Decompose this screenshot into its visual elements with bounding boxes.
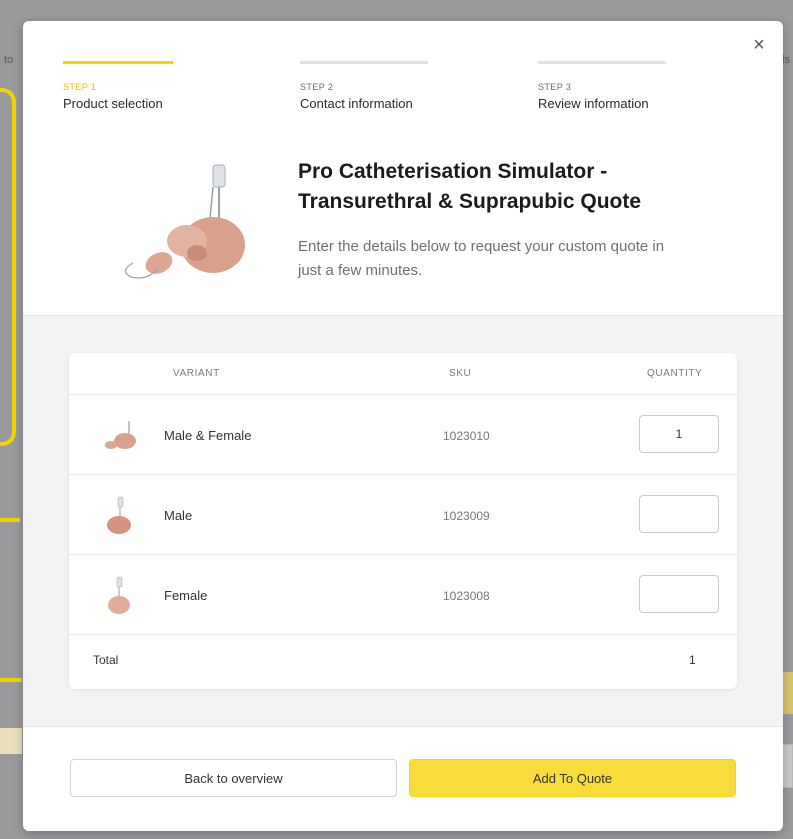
background-yellow-line bbox=[0, 518, 20, 522]
variant-name: Male & Female bbox=[164, 428, 252, 443]
variant-sku: 1023009 bbox=[443, 509, 490, 523]
step-number: STEP 1 bbox=[63, 82, 97, 92]
step-label: Review information bbox=[538, 96, 649, 111]
total-label: Total bbox=[93, 653, 119, 667]
back-to-overview-button[interactable]: Back to overview bbox=[70, 759, 397, 797]
variant-thumbnail bbox=[108, 576, 130, 614]
subtitle-line: just a few minutes. bbox=[298, 262, 423, 279]
title-line: Transurethral & Suprapubic Quote bbox=[298, 190, 642, 213]
variant-thumbnail bbox=[105, 421, 136, 449]
stepper: STEP 1 Product selection STEP 2 Contact … bbox=[63, 61, 683, 121]
column-header-sku: SKU bbox=[449, 368, 472, 379]
step-label: Product selection bbox=[63, 96, 163, 111]
step-number: STEP 2 bbox=[300, 82, 334, 92]
background-text: ls bbox=[782, 54, 790, 66]
background-text: to bbox=[4, 54, 14, 66]
step-1: STEP 1 Product selection bbox=[63, 61, 193, 111]
table-header: VARIANT SKU QUANTITY bbox=[69, 353, 737, 395]
add-to-quote-button[interactable]: Add To Quote bbox=[409, 759, 736, 797]
total-value: 1 bbox=[689, 653, 696, 667]
quantity-input[interactable] bbox=[639, 415, 719, 453]
background-yellow-frame bbox=[0, 88, 16, 446]
product-image bbox=[124, 164, 245, 279]
variant-name: Male bbox=[164, 508, 193, 523]
background-yellow-line bbox=[0, 678, 22, 682]
column-header-quantity: QUANTITY bbox=[647, 368, 703, 379]
quantity-input[interactable] bbox=[639, 575, 719, 613]
variant-table: VARIANT SKU QUANTITY Male & Female 10230… bbox=[69, 353, 737, 689]
table-row: Female 1023008 bbox=[69, 555, 737, 635]
variant-name: Female bbox=[164, 588, 208, 603]
background-panel bbox=[0, 728, 22, 754]
product-title: Pro Catheterisation Simulator - Transure… bbox=[298, 157, 738, 217]
quantity-input[interactable] bbox=[639, 495, 719, 533]
variant-sku: 1023008 bbox=[443, 589, 490, 603]
column-header-variant: VARIANT bbox=[173, 368, 220, 379]
title-line: Pro Catheterisation Simulator - bbox=[298, 160, 608, 183]
total-row: Total 1 bbox=[69, 635, 737, 689]
close-icon[interactable]: × bbox=[749, 35, 769, 55]
step-2: STEP 2 Contact information bbox=[300, 61, 430, 111]
step-progress-bar bbox=[538, 61, 666, 64]
variant-thumbnail bbox=[107, 496, 131, 534]
step-3: STEP 3 Review information bbox=[538, 61, 668, 111]
step-progress-bar bbox=[300, 61, 428, 64]
table-row: Male & Female 1023010 bbox=[69, 395, 737, 475]
subtitle-line: Enter the details below to request your … bbox=[298, 238, 665, 255]
quote-modal: × STEP 1 Product selection STEP 2 Contac… bbox=[23, 21, 783, 831]
table-row: Male 1023009 bbox=[69, 475, 737, 555]
step-label: Contact information bbox=[300, 96, 413, 111]
variant-sku: 1023010 bbox=[443, 429, 490, 443]
step-progress-bar bbox=[63, 61, 173, 64]
step-number: STEP 3 bbox=[538, 82, 572, 92]
product-subtitle: Enter the details below to request your … bbox=[298, 235, 748, 283]
